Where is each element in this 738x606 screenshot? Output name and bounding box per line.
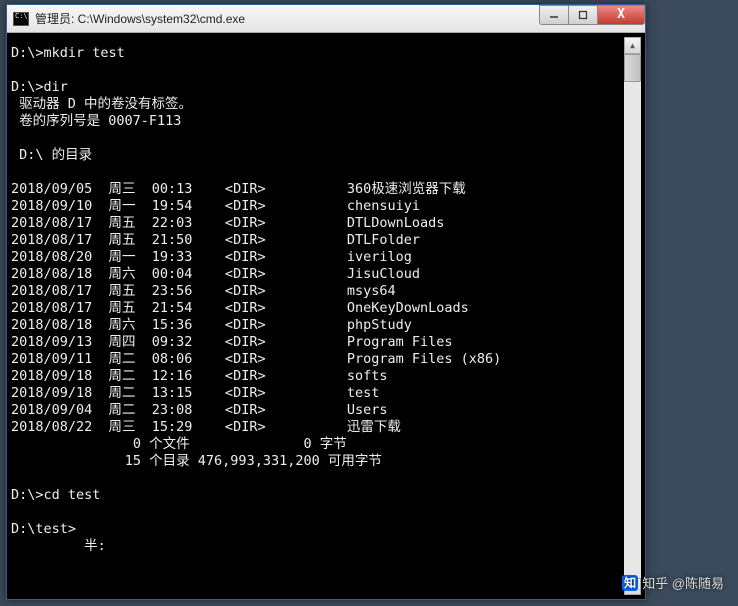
title-bar[interactable]: C:\. 管理员: C:\Windows\system32\cmd.exe X (7, 5, 645, 33)
app-icon: C:\. (13, 12, 29, 26)
vertical-scrollbar[interactable]: ▲ ▼ (624, 37, 641, 595)
window-controls: X (540, 5, 645, 25)
window-title: 管理员: C:\Windows\system32\cmd.exe (35, 10, 540, 27)
scroll-up-button[interactable]: ▲ (624, 37, 641, 54)
terminal-area: D:\>mkdir test D:\>dir 驱动器 D 中的卷没有标签。 卷的… (11, 37, 641, 595)
terminal-output[interactable]: D:\>mkdir test D:\>dir 驱动器 D 中的卷没有标签。 卷的… (11, 37, 624, 595)
scrollbar-thumb[interactable] (624, 54, 641, 82)
zhihu-logo-icon: 知 (622, 575, 638, 591)
maximize-button[interactable] (568, 5, 598, 25)
watermark-text: 知乎 @陈随易 (642, 573, 724, 592)
close-button[interactable]: X (597, 5, 645, 25)
scrollbar-track[interactable] (624, 54, 641, 578)
watermark: 知 知乎 @陈随易 (622, 573, 724, 592)
cmd-window: C:\. 管理员: C:\Windows\system32\cmd.exe X … (6, 4, 646, 600)
minimize-button[interactable] (539, 5, 569, 25)
